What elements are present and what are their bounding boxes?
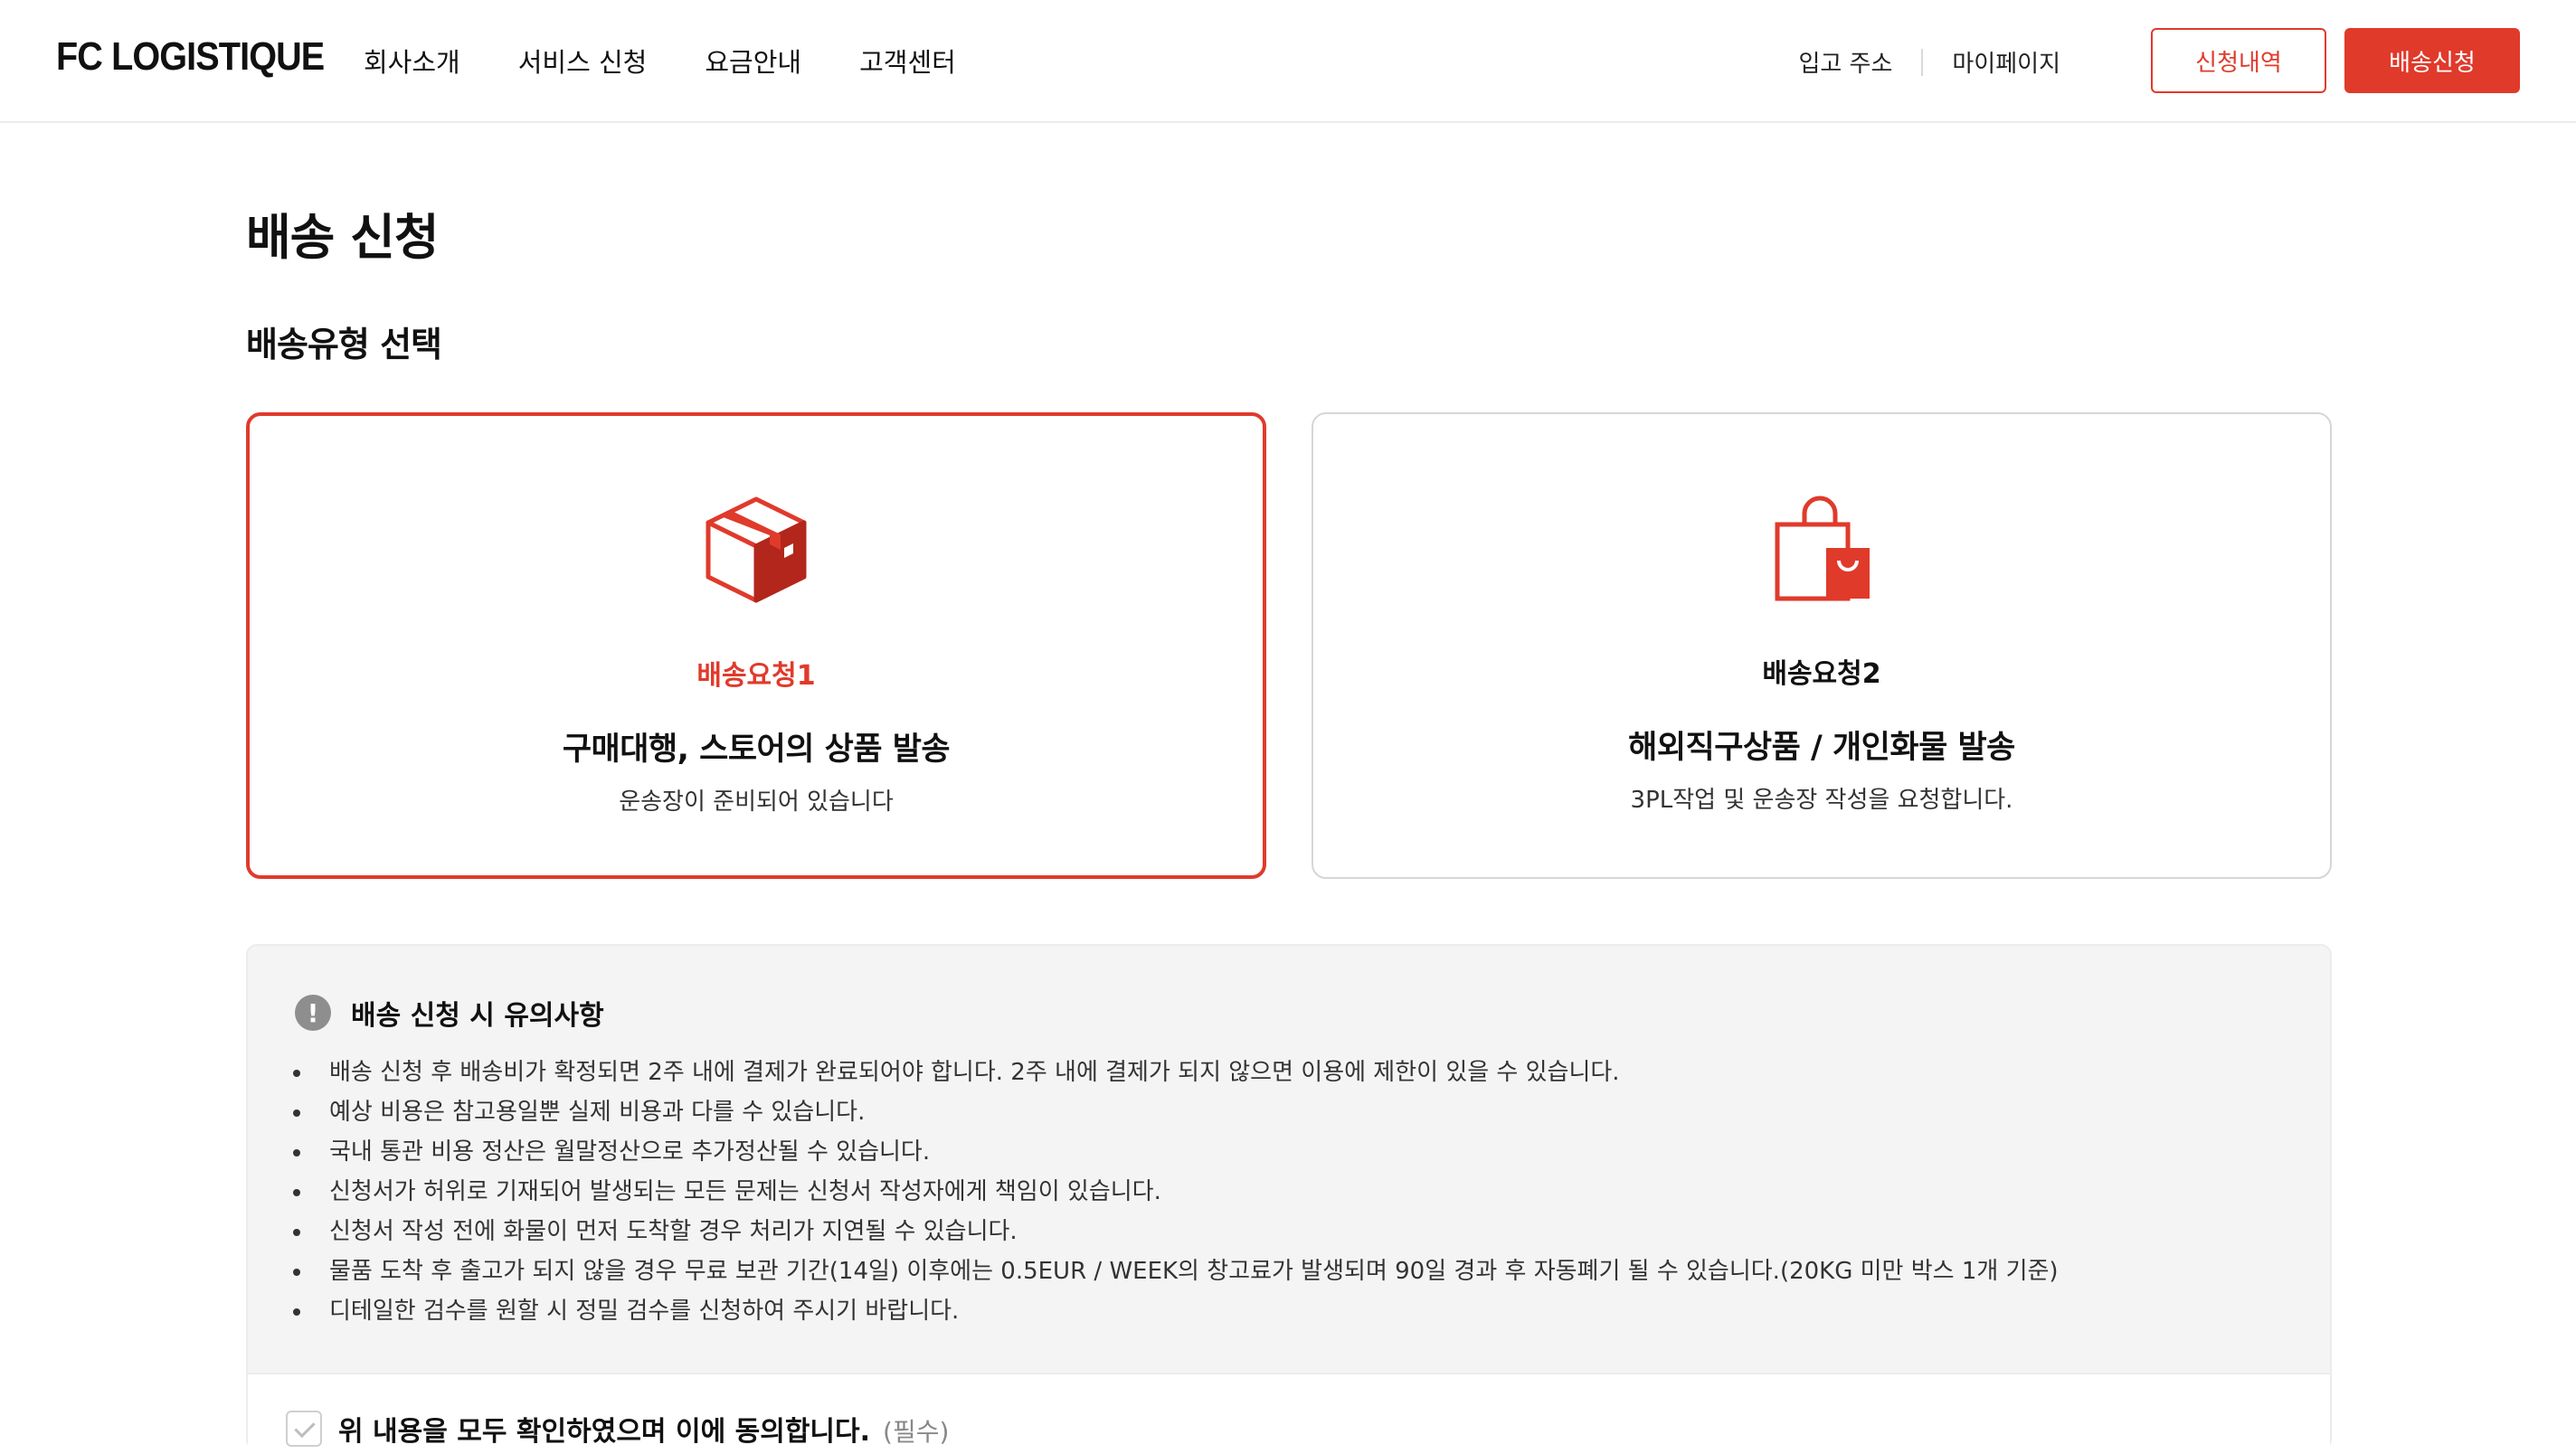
site-header: FC LOGISTIQUE 회사소개 서비스 신청 요금안내 고객센터 입고 주… xyxy=(0,0,2576,123)
notice-item: 디테일한 검수를 원할 시 정밀 검수를 신청하여 주시기 바랍니다. xyxy=(293,1291,2059,1331)
nav-item-support[interactable]: 고객센터 xyxy=(859,42,956,80)
notice-header: ! 배송 신청 시 유의사항 xyxy=(295,993,604,1033)
notice-list: 배송 신청 후 배송비가 확정되면 2주 내에 결제가 완료되어야 합니다. 2… xyxy=(293,1053,2059,1331)
agree-label[interactable]: 위 내용을 모두 확인하였으며 이에 동의합니다. (필수) xyxy=(338,1409,949,1449)
card-label: 배송요청2 xyxy=(1762,658,1881,690)
nav-item-company[interactable]: 회사소개 xyxy=(364,42,460,80)
card-description: 운송장이 준비되어 있습니다 xyxy=(619,788,894,816)
notice-item: 배송 신청 후 배송비가 확정되면 2주 내에 결제가 완료되어야 합니다. 2… xyxy=(293,1053,2059,1092)
notice-item: 물품 도착 후 출고가 되지 않을 경우 무료 보관 기간(14일) 이후에는 … xyxy=(293,1251,2059,1291)
box-icon xyxy=(706,496,807,603)
card-label: 배송요청1 xyxy=(696,660,816,692)
utility-links: 입고 주소 마이페이지 xyxy=(1798,45,2060,79)
card-heading: 구매대행, 스토어의 상품 발송 xyxy=(562,732,951,768)
card-description: 3PL작업 및 운송장 작성을 요청합니다. xyxy=(1630,787,2013,814)
notice-item: 신청서가 허위로 기재되어 발생되는 모든 문제는 신청서 작성자에게 책임이 … xyxy=(293,1172,2059,1212)
shipping-type-card-2[interactable]: 배송요청2 해외직구상품 / 개인화물 발송 3PL작업 및 운송장 작성을 요… xyxy=(1312,412,2332,879)
agree-text: 위 내용을 모두 확인하였으며 이에 동의합니다. xyxy=(338,1416,871,1448)
notice-item: 국내 통관 비용 정산은 월말정산으로 추가정산될 수 있습니다. xyxy=(293,1132,2059,1172)
section-title: 배송유형 선택 xyxy=(246,325,442,364)
agreement-row: 위 내용을 모두 확인하였으며 이에 동의합니다. (필수) xyxy=(248,1373,2330,1454)
site-logo[interactable]: FC LOGISTIQUE xyxy=(56,34,325,80)
agree-checkbox[interactable] xyxy=(286,1411,322,1447)
card-heading: 해외직구상품 / 개인화물 발송 xyxy=(1628,730,2015,766)
shopping-bag-icon xyxy=(1775,496,1870,601)
nav-item-service[interactable]: 서비스 신청 xyxy=(518,42,648,80)
notice-item: 예상 비용은 참고용일뿐 실제 비용과 다를 수 있습니다. xyxy=(293,1092,2059,1132)
history-button[interactable]: 신청내역 xyxy=(2151,28,2326,93)
nav-item-pricing[interactable]: 요금안내 xyxy=(705,42,801,80)
notice-item: 신청서 작성 전에 화물이 먼저 도착할 경우 처리가 지연될 수 있습니다. xyxy=(293,1212,2059,1251)
apply-shipping-button[interactable]: 배송신청 xyxy=(2344,28,2520,93)
mypage-link[interactable]: 마이페이지 xyxy=(1952,45,2060,79)
notice-box: ! 배송 신청 시 유의사항 배송 신청 후 배송비가 확정되면 2주 내에 결… xyxy=(246,944,2332,1454)
inbound-address-link[interactable]: 입고 주소 xyxy=(1798,45,1892,79)
shipping-type-card-1[interactable]: 배송요청1 구매대행, 스토어의 상품 발송 운송장이 준비되어 있습니다 xyxy=(246,412,1266,879)
notice-title: 배송 신청 시 유의사항 xyxy=(351,1000,604,1032)
main-nav: 회사소개 서비스 신청 요금안내 고객센터 xyxy=(364,42,956,80)
required-tag: (필수) xyxy=(883,1417,950,1447)
page-title: 배송 신청 xyxy=(246,209,440,266)
exclamation-icon: ! xyxy=(295,995,331,1031)
util-divider xyxy=(1921,48,1924,76)
